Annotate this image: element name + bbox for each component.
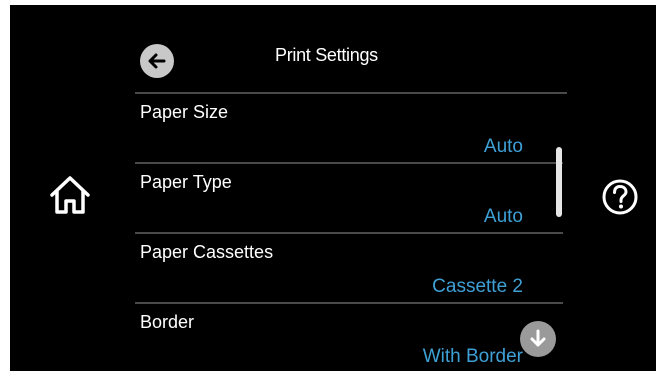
help-button[interactable] bbox=[600, 177, 640, 217]
setting-label: Border bbox=[140, 312, 195, 332]
header: Print Settings bbox=[10, 5, 656, 94]
setting-row-paper-cassettes[interactable]: Paper Cassettes Cassette 2 bbox=[135, 234, 563, 304]
setting-value: With Border bbox=[422, 346, 523, 367]
help-icon bbox=[602, 179, 638, 215]
settings-list[interactable]: Paper Size Auto Paper Type Auto Paper Ca… bbox=[135, 94, 563, 371]
setting-row-paper-type[interactable]: Paper Type Auto bbox=[135, 164, 563, 234]
setting-label: Paper Cassettes bbox=[140, 242, 274, 262]
scroll-down-button[interactable] bbox=[520, 321, 556, 357]
home-button[interactable] bbox=[40, 170, 100, 220]
setting-value: Cassette 2 bbox=[432, 276, 523, 297]
printer-screen: Print Settings Paper Size Auto Paper Typ… bbox=[10, 5, 656, 371]
setting-value: Auto bbox=[483, 136, 523, 157]
setting-label: Paper Type bbox=[140, 172, 232, 192]
back-arrow-icon bbox=[148, 53, 166, 69]
home-icon bbox=[50, 176, 90, 214]
setting-row-border[interactable]: Border With Border bbox=[135, 304, 563, 371]
setting-label: Paper Size bbox=[140, 102, 229, 122]
back-button[interactable] bbox=[140, 44, 174, 78]
setting-value: Auto bbox=[483, 206, 523, 227]
setting-row-paper-size[interactable]: Paper Size Auto bbox=[135, 94, 563, 164]
scrollbar[interactable] bbox=[556, 147, 562, 217]
page-title: Print Settings bbox=[275, 45, 378, 65]
arrow-down-icon bbox=[530, 329, 546, 347]
